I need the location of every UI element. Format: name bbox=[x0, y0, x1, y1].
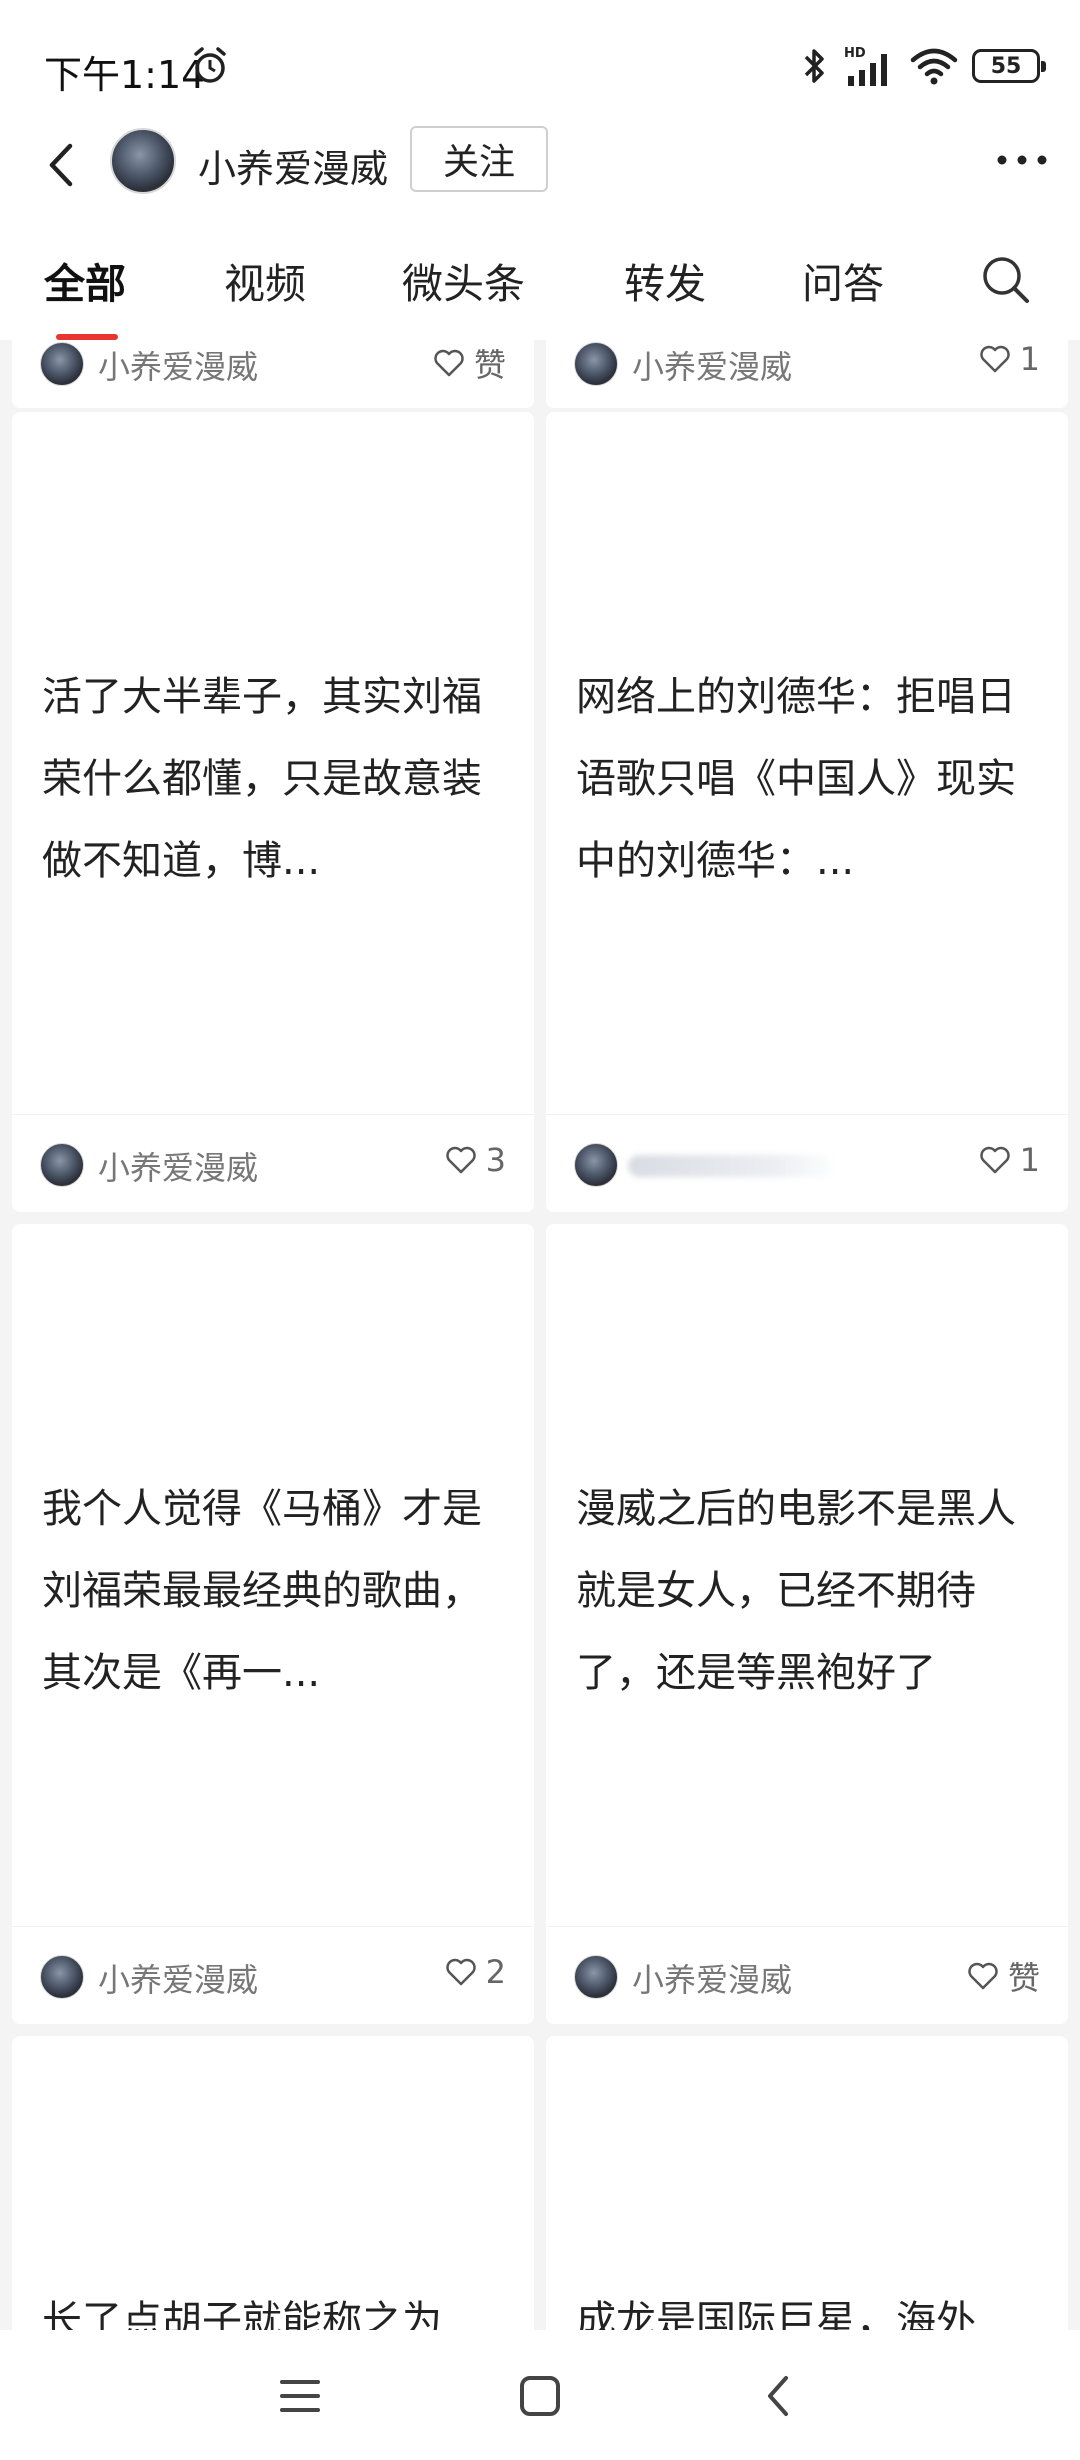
tab-micro-posts[interactable]: 微头条 bbox=[402, 250, 525, 310]
author-avatar bbox=[574, 1143, 618, 1187]
like-count[interactable]: 1 bbox=[978, 1141, 1040, 1179]
post-card[interactable]: 活了大半辈子，其实刘福荣什么都懂，只是故意装做不知道，博... 小养爱漫威 3 bbox=[12, 412, 534, 1212]
post-card[interactable]: 长了点胡子就能称之为 bbox=[12, 2036, 534, 2330]
more-icon[interactable] bbox=[994, 138, 1050, 182]
like-count[interactable]: 1 bbox=[978, 340, 1040, 378]
heart-icon bbox=[968, 1962, 998, 1990]
follow-button[interactable]: 关注 bbox=[410, 126, 548, 192]
post-text: 网络上的刘德华：拒唱日语歌只唱《中国人》现实中的刘德华：... bbox=[576, 674, 1016, 884]
heart-icon bbox=[434, 349, 464, 377]
tab-qa[interactable]: 问答 bbox=[802, 250, 884, 310]
status-bar: 下午1:14 HD 55 bbox=[0, 0, 1080, 130]
post-text: 漫威之后的电影不是黑人就是女人，已经不期待了，还是等黑袍好了 bbox=[576, 1486, 1016, 1696]
home-icon[interactable] bbox=[510, 2366, 570, 2426]
like-label: 1 bbox=[1019, 340, 1040, 378]
back-icon[interactable] bbox=[40, 138, 84, 192]
wifi-icon bbox=[910, 48, 958, 85]
content-tabs: 全部 视频 微头条 转发 问答 bbox=[0, 210, 1080, 340]
heart-icon bbox=[445, 1146, 476, 1174]
tab-all[interactable]: 全部 bbox=[44, 250, 126, 310]
like-label: 赞 bbox=[1007, 1959, 1040, 1997]
author-name: 小养爱漫威 bbox=[98, 1149, 259, 1187]
account-name[interactable]: 小养爱漫威 bbox=[198, 138, 388, 193]
post-feed: 小养爱漫威 赞 小养爱漫威 1 活了大半辈子，其实刘福荣什么都懂，只是故意装做不… bbox=[0, 340, 1080, 2330]
post-card[interactable]: 漫威之后的电影不是黑人就是女人，已经不期待了，还是等黑袍好了 小养爱漫威 赞 bbox=[546, 1224, 1068, 2024]
blurred-author-name bbox=[628, 1155, 838, 1177]
status-time: 下午1:14 bbox=[44, 53, 206, 97]
battery-level: 55 bbox=[990, 53, 1022, 79]
post-card[interactable]: 小养爱漫威 赞 bbox=[12, 340, 534, 408]
post-card[interactable]: 网络上的刘德华：拒唱日语歌只唱《中国人》现实中的刘德华：... 1 bbox=[546, 412, 1068, 1212]
author-name: 小养爱漫威 bbox=[98, 1961, 259, 1999]
avatar[interactable] bbox=[110, 128, 176, 194]
like-count[interactable]: 赞 bbox=[432, 340, 506, 386]
network-label: HD bbox=[844, 46, 866, 61]
profile-header: 小养爱漫威 关注 bbox=[0, 120, 1080, 210]
alarm-icon bbox=[194, 47, 226, 83]
tab-video[interactable]: 视频 bbox=[224, 250, 306, 310]
author-name: 小养爱漫威 bbox=[632, 348, 793, 386]
back-nav-icon[interactable] bbox=[750, 2366, 810, 2426]
menu-icon[interactable] bbox=[270, 2366, 330, 2426]
search-icon[interactable] bbox=[980, 254, 1032, 306]
card-footer: 小养爱漫威 赞 bbox=[546, 1926, 1068, 2024]
battery-indicator: 55 bbox=[972, 49, 1046, 83]
like-label: 1 bbox=[1019, 1141, 1040, 1179]
card-footer: 小养爱漫威 3 bbox=[12, 1114, 534, 1212]
bluetooth-icon bbox=[804, 49, 824, 83]
like-count[interactable]: 2 bbox=[444, 1953, 506, 1991]
status-icons: HD 55 bbox=[800, 44, 1046, 88]
post-text: 成龙是国际巨星，海外 bbox=[576, 2298, 976, 2330]
tab-reposts[interactable]: 转发 bbox=[624, 250, 706, 310]
heart-icon bbox=[979, 1146, 1010, 1174]
author-avatar bbox=[40, 342, 84, 386]
author-avatar bbox=[574, 1955, 618, 1999]
like-label: 赞 bbox=[473, 346, 506, 384]
post-text: 长了点胡子就能称之为 bbox=[42, 2298, 442, 2330]
post-text: 活了大半辈子，其实刘福荣什么都懂，只是故意装做不知道，博... bbox=[42, 674, 482, 884]
post-card[interactable]: 小养爱漫威 1 bbox=[546, 340, 1068, 408]
author-avatar bbox=[40, 1143, 84, 1187]
heart-icon bbox=[979, 345, 1010, 373]
author-name: 小养爱漫威 bbox=[632, 1961, 793, 1999]
heart-icon bbox=[445, 1958, 476, 1986]
author-name: 小养爱漫威 bbox=[98, 348, 259, 386]
card-footer: 小养爱漫威 赞 bbox=[12, 340, 534, 408]
post-card[interactable]: 我个人觉得《马桶》才是刘福荣最最经典的歌曲，其次是《再一... 小养爱漫威 2 bbox=[12, 1224, 534, 2024]
like-label: 2 bbox=[485, 1953, 506, 1991]
author-avatar bbox=[574, 342, 618, 386]
like-count[interactable]: 赞 bbox=[966, 1953, 1040, 1999]
card-footer: 小养爱漫威 2 bbox=[12, 1926, 534, 2024]
card-footer: 1 bbox=[546, 1114, 1068, 1212]
author-avatar bbox=[40, 1955, 84, 1999]
screen: 下午1:14 HD 55 小养爱漫威 关注 全部 视频 微头条 转发 问答 小养… bbox=[0, 0, 1080, 2460]
like-label: 3 bbox=[485, 1141, 506, 1179]
post-card[interactable]: 成龙是国际巨星，海外 bbox=[546, 2036, 1068, 2330]
signal-icon: HD bbox=[844, 46, 887, 86]
system-nav-bar bbox=[0, 2330, 1080, 2460]
post-text: 我个人觉得《马桶》才是刘福荣最最经典的歌曲，其次是《再一... bbox=[42, 1486, 482, 1696]
card-footer: 小养爱漫威 1 bbox=[546, 340, 1068, 408]
like-count[interactable]: 3 bbox=[444, 1141, 506, 1179]
